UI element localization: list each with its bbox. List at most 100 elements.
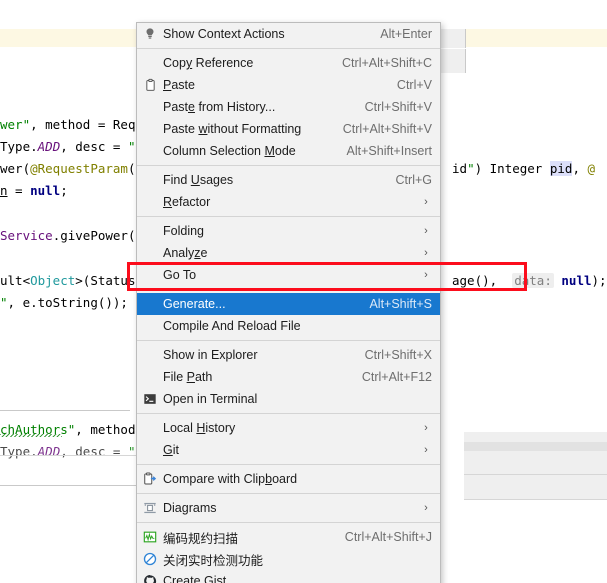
chevron-right-icon: › [424,225,428,237]
menu-item-disable-realtime-inspection[interactable]: 关闭实时检测功能 [137,548,440,570]
menu-item-column-selection-mode[interactable]: Column Selection Mode Alt+Shift+Insert [137,140,440,162]
menu-item-label: Create Gist... [163,574,237,583]
menu-item-generate[interactable]: Generate... Alt+Shift+S [137,293,440,315]
chevron-right-icon: › [424,502,428,514]
menu-separator [137,289,440,290]
block-circle-icon [137,548,163,570]
wave-scan-icon [137,526,163,548]
context-menu[interactable]: Show Context Actions Alt+Enter Copy Refere… [136,22,441,583]
menu-item-create-gist[interactable]: Create Gist... [137,570,440,583]
menu-item-diagrams[interactable]: Diagrams › [137,497,440,519]
editor-gutter-cell [441,49,466,73]
no-icon [137,344,163,366]
menu-item-label: Paste [163,78,195,92]
menu-item-show-in-explorer[interactable]: Show in Explorer Ctrl+Shift+X [137,344,440,366]
no-icon [137,96,163,118]
screen-root: wer", method = Req Type.ADD, desc = " we… [0,0,607,583]
menu-item-label: Paste from History... [163,100,276,114]
chevron-right-icon: › [424,196,428,208]
no-icon [137,191,163,213]
menu-item-refactor[interactable]: Refactor › [137,191,440,213]
menu-item-label: Copy Reference [163,56,254,70]
code-line: Type.ADD, desc = " [0,444,136,459]
menu-item-shortcut: Ctrl+Shift+V [364,100,432,114]
menu-item-label: File Path [163,370,213,384]
menu-separator [137,413,440,414]
menu-item-shortcut: Ctrl+V [396,78,432,92]
menu-item-label: Local History [163,421,236,435]
no-icon [137,118,163,140]
menu-item-label: Refactor [163,195,211,209]
menu-item-label: Column Selection Mode [163,144,296,158]
chevron-right-icon: › [424,269,428,281]
menu-item-label: Generate... [163,297,226,311]
menu-item-open-in-terminal[interactable]: Open in Terminal [137,388,440,410]
menu-item-shortcut: Ctrl+Alt+Shift+C [342,56,432,70]
code-line: ", e.toString()); [0,295,128,310]
menu-item-show-context-actions[interactable]: Show Context Actions Alt+Enter [137,23,440,45]
code-line: Type.ADD, desc = " [0,139,136,154]
menu-item-analyze[interactable]: Analyze › [137,242,440,264]
menu-item-git[interactable]: Git › [137,439,440,461]
menu-item-label: Find Usages [163,173,234,187]
code-line: ult<Object>(Status [0,273,136,288]
menu-separator [137,340,440,341]
menu-item-shortcut: Alt+Shift+Insert [346,144,432,158]
menu-item-shortcut: Ctrl+Alt+Shift+J [344,530,432,544]
menu-item-label: Open in Terminal [163,392,258,406]
menu-item-shortcut: Ctrl+G [395,173,432,187]
menu-item-label: Analyze [163,246,208,260]
menu-item-label: Git [163,443,179,457]
no-icon [137,140,163,162]
menu-item-local-history[interactable]: Local History › [137,417,440,439]
menu-item-shortcut: Ctrl+Shift+X [364,348,432,362]
no-icon [137,293,163,315]
menu-item-label: Paste without Formatting [163,122,302,136]
code-line: n = null; [0,183,68,198]
no-icon [137,264,163,286]
diagram-icon [137,497,163,519]
code-line: age(), data: null); [452,273,607,288]
no-icon [137,242,163,264]
menu-item-compare-with-clipboard[interactable]: Compare with Clipboard [137,468,440,490]
code-line: id") Integer pid, @ [452,161,596,176]
menu-item-copy-reference[interactable]: Copy Reference Ctrl+Alt+Shift+C [137,52,440,74]
menu-item-label: 关闭实时检测功能 [163,552,264,568]
no-icon [137,220,163,242]
menu-item-label: 编码规约扫描 [163,530,239,546]
menu-item-label: Folding [163,224,204,238]
menu-item-shortcut: Alt+Shift+S [369,297,432,311]
no-icon [137,366,163,388]
code-line: wer", method = Req [0,117,136,132]
menu-item-folding[interactable]: Folding › [137,220,440,242]
menu-item-code-convention-scan[interactable]: 编码规约扫描 Ctrl+Alt+Shift+J [137,526,440,548]
menu-separator [137,165,440,166]
menu-item-file-path[interactable]: File Path Ctrl+Alt+F12 [137,366,440,388]
inlay-hint: data: [512,273,554,288]
menu-item-paste[interactable]: Paste Ctrl+V [137,74,440,96]
menu-item-go-to[interactable]: Go To › [137,264,440,286]
no-icon [137,315,163,337]
no-icon [137,439,163,461]
compare-clipboard-icon [137,468,163,490]
menu-item-shortcut: Alt+Enter [380,27,432,41]
menu-item-label: Compare with Clipboard [163,472,298,486]
menu-item-paste-from-history[interactable]: Paste from History... Ctrl+Shift+V [137,96,440,118]
menu-item-label: Go To [163,268,197,282]
menu-item-shortcut: Ctrl+Alt+Shift+V [342,122,432,136]
chevron-right-icon: › [424,444,428,456]
menu-item-paste-without-formatting[interactable]: Paste without Formatting Ctrl+Alt+Shift+V [137,118,440,140]
chevron-right-icon: › [424,422,428,434]
no-icon [137,169,163,191]
menu-separator [137,493,440,494]
menu-item-find-usages[interactable]: Find Usages Ctrl+G [137,169,440,191]
editor-gutter-cell [441,29,466,48]
terminal-icon [137,388,163,410]
menu-item-label: Show Context Actions [163,27,285,41]
lightbulb-icon [137,23,163,45]
menu-separator [137,216,440,217]
code-line: wer(@RequestParam( [0,161,136,176]
menu-item-label: Show in Explorer [163,348,258,362]
menu-item-label: Compile And Reload File [163,319,301,333]
menu-item-compile-and-reload-file[interactable]: Compile And Reload File [137,315,440,337]
